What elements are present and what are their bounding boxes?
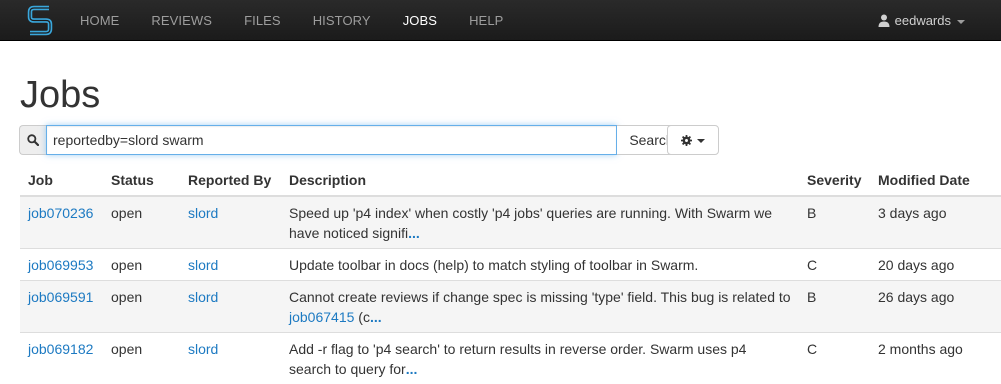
search-addon [19, 125, 46, 155]
job-severity: C [799, 249, 870, 281]
user-menu[interactable]: eedwards [878, 0, 965, 41]
username: eedwards [895, 0, 951, 41]
job-description: Add -r flag to 'p4 search' to return res… [281, 333, 799, 384]
top-navbar: HOME REVIEWS FILES HISTORY JOBS HELP eed… [0, 0, 1001, 41]
nav-history[interactable]: HISTORY [297, 0, 387, 41]
page-title: Jobs [20, 72, 100, 118]
chevron-down-icon [697, 139, 705, 143]
table-row: job069953 open slord Update toolbar in d… [20, 249, 1001, 281]
nav-help[interactable]: HELP [453, 0, 519, 41]
search-icon [27, 134, 39, 146]
job-link[interactable]: job069182 [28, 341, 93, 357]
search-bar: Search [19, 125, 687, 155]
main-nav: HOME REVIEWS FILES HISTORY JOBS HELP [64, 0, 519, 41]
jobs-table: Job Status Reported By Description Sever… [20, 164, 1001, 384]
nav-jobs[interactable]: JOBS [387, 0, 453, 41]
job-link[interactable]: job069591 [28, 289, 93, 305]
description-text: Add -r flag to 'p4 search' to return res… [289, 341, 746, 377]
reporter-link[interactable]: slord [188, 257, 218, 273]
job-link[interactable]: job069953 [28, 257, 93, 273]
job-modified-date: 20 days ago [870, 249, 1001, 281]
description-text: Update toolbar in docs (help) to match s… [289, 257, 698, 273]
reporter-link[interactable]: slord [188, 205, 218, 221]
more-link[interactable]: ... [408, 225, 420, 241]
column-header-status[interactable]: Status [103, 164, 180, 196]
table-header-row: Job Status Reported By Description Sever… [20, 164, 1001, 196]
chevron-down-icon [957, 20, 965, 24]
nav-files[interactable]: FILES [228, 0, 297, 41]
column-header-job[interactable]: Job [20, 164, 103, 196]
reporter-link[interactable]: slord [188, 289, 218, 305]
reporter-link[interactable]: slord [188, 341, 218, 357]
job-modified-date: 2 months ago [870, 333, 1001, 384]
job-status: open [103, 196, 180, 249]
more-link[interactable]: ... [406, 361, 418, 377]
nav-reviews[interactable]: REVIEWS [135, 0, 228, 41]
job-status: open [103, 249, 180, 281]
description-text: Speed up 'p4 index' when costly 'p4 jobs… [289, 205, 772, 241]
description-text-after: (c [354, 309, 370, 325]
column-header-modified-date[interactable]: Modified Date [870, 164, 1001, 196]
more-link[interactable]: ... [370, 309, 382, 325]
gear-icon [681, 135, 692, 146]
job-severity: B [799, 281, 870, 333]
column-header-reported-by[interactable]: Reported By [180, 164, 281, 196]
column-header-description[interactable]: Description [281, 164, 799, 196]
table-row: job070236 open slord Speed up 'p4 index'… [20, 196, 1001, 249]
job-description: Cannot create reviews if change spec is … [281, 281, 799, 333]
job-description: Speed up 'p4 index' when costly 'p4 jobs… [281, 196, 799, 249]
table-row: job069182 open slord Add -r flag to 'p4 … [20, 333, 1001, 384]
search-input[interactable] [46, 125, 617, 155]
nav-home[interactable]: HOME [64, 0, 135, 41]
settings-dropdown-button[interactable] [667, 125, 719, 155]
user-icon [878, 14, 890, 27]
column-header-severity[interactable]: Severity [799, 164, 870, 196]
job-link[interactable]: job070236 [28, 205, 93, 221]
job-severity: C [799, 333, 870, 384]
job-status: open [103, 281, 180, 333]
related-job-link[interactable]: job067415 [289, 309, 354, 325]
description-text: Cannot create reviews if change spec is … [289, 289, 791, 305]
job-modified-date: 26 days ago [870, 281, 1001, 333]
job-modified-date: 3 days ago [870, 196, 1001, 249]
job-description: Update toolbar in docs (help) to match s… [281, 249, 799, 281]
swarm-logo-icon[interactable] [27, 5, 53, 36]
job-status: open [103, 333, 180, 384]
job-severity: B [799, 196, 870, 249]
table-row: job069591 open slord Cannot create revie… [20, 281, 1001, 333]
